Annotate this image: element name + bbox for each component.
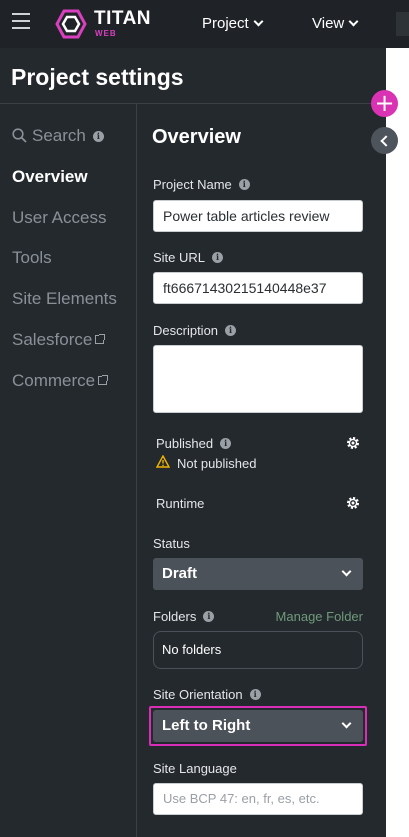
warning-icon bbox=[156, 455, 170, 468]
sidebar-item-site-elements[interactable]: Site Elements bbox=[12, 289, 117, 309]
add-button[interactable]: + bbox=[371, 90, 398, 117]
manage-folder-link[interactable]: Manage Folder bbox=[276, 609, 363, 624]
description-label-text: Description bbox=[153, 323, 219, 338]
site-orientation-label-text: Site Orientation bbox=[153, 687, 243, 702]
panel-title: Project settings bbox=[11, 64, 184, 90]
nav-view-menu[interactable]: View bbox=[312, 15, 359, 32]
description-label: Description i bbox=[153, 323, 237, 338]
chevron-down-icon bbox=[348, 16, 359, 27]
sidebar-item-search[interactable]: Search i bbox=[12, 126, 104, 146]
chevron-down-icon bbox=[341, 566, 352, 577]
nav-project-label: Project bbox=[202, 15, 249, 32]
folders-field[interactable]: No folders bbox=[153, 631, 363, 669]
toolbar-edge bbox=[396, 12, 409, 36]
info-icon: i bbox=[220, 438, 232, 449]
site-orientation-select[interactable]: Left to Right bbox=[153, 710, 363, 742]
info-icon: i bbox=[212, 252, 224, 263]
sidebar-item-label: Salesforce bbox=[12, 330, 93, 349]
info-icon: i bbox=[238, 179, 250, 190]
external-link-icon bbox=[98, 375, 109, 385]
sidebar-item-label: Tools bbox=[12, 248, 52, 267]
sidebar-item-overview[interactable]: Overview bbox=[12, 167, 88, 187]
runtime-settings-gear-icon[interactable] bbox=[345, 495, 361, 511]
chevron-down-icon bbox=[253, 16, 264, 27]
search-icon bbox=[12, 128, 27, 143]
runtime-label: Runtime bbox=[156, 496, 205, 511]
status-select-value: Draft bbox=[162, 565, 198, 582]
published-label: Published i bbox=[156, 436, 232, 451]
sidebar-item-user-access[interactable]: User Access bbox=[12, 208, 106, 228]
description-textarea[interactable] bbox=[153, 345, 363, 413]
collapse-panel-chevron-left-icon[interactable] bbox=[371, 127, 398, 154]
hamburger-menu-icon[interactable] bbox=[12, 13, 30, 33]
site-url-label: Site URL i bbox=[153, 250, 224, 265]
site-url-label-text: Site URL bbox=[153, 250, 206, 265]
brand-title: TITAN bbox=[94, 8, 152, 29]
site-url-input[interactable]: ft66671430215140448e37 bbox=[153, 272, 363, 304]
sidebar-item-commerce[interactable]: Commerce bbox=[12, 371, 109, 391]
published-settings-gear-icon[interactable] bbox=[345, 435, 361, 451]
info-icon: i bbox=[203, 611, 215, 622]
project-name-input[interactable]: Power table articles review bbox=[153, 200, 363, 232]
site-language-label: Site Language bbox=[153, 761, 237, 776]
sidebar-item-label: Search bbox=[32, 126, 86, 145]
sidebar-item-tools[interactable]: Tools bbox=[12, 248, 52, 268]
nav-project-menu[interactable]: Project bbox=[202, 15, 264, 32]
info-icon: i bbox=[249, 689, 261, 700]
status-label: Status bbox=[153, 536, 190, 551]
project-settings-panel: Project settings Search i Overview User A… bbox=[0, 48, 386, 837]
info-icon: i bbox=[225, 325, 237, 336]
sidebar-item-label: Overview bbox=[12, 167, 88, 186]
sidebar-item-label: User Access bbox=[12, 208, 107, 227]
nav-view-label: View bbox=[312, 15, 345, 32]
info-icon: i bbox=[92, 131, 104, 142]
site-orientation-label: Site Orientation i bbox=[153, 687, 261, 702]
status-select[interactable]: Draft bbox=[153, 558, 363, 590]
site-orientation-value: Left to Right bbox=[162, 717, 251, 734]
sidebar-item-label: Site Elements bbox=[12, 289, 117, 308]
published-status: Not published bbox=[177, 456, 257, 471]
project-name-label: Project Name i bbox=[153, 177, 250, 192]
sidebar-item-label: Commerce bbox=[12, 371, 96, 390]
top-bar: TITAN WEB Project View bbox=[0, 0, 409, 48]
section-title: Overview bbox=[152, 126, 241, 148]
project-name-label-text: Project Name bbox=[153, 177, 232, 192]
site-language-input[interactable]: Use BCP 47: en, fr, es, etc. bbox=[153, 783, 363, 815]
divider bbox=[0, 103, 386, 104]
folders-label: Folders i bbox=[153, 609, 215, 624]
sidebar-item-salesforce[interactable]: Salesforce bbox=[12, 330, 106, 350]
titan-logo-icon bbox=[55, 9, 87, 39]
published-label-text: Published bbox=[156, 436, 214, 451]
chevron-down-icon bbox=[341, 718, 352, 729]
sidebar-divider bbox=[136, 104, 137, 837]
folders-label-text: Folders bbox=[153, 609, 197, 624]
brand-subtitle: WEB bbox=[95, 29, 117, 38]
external-link-icon bbox=[95, 334, 106, 344]
